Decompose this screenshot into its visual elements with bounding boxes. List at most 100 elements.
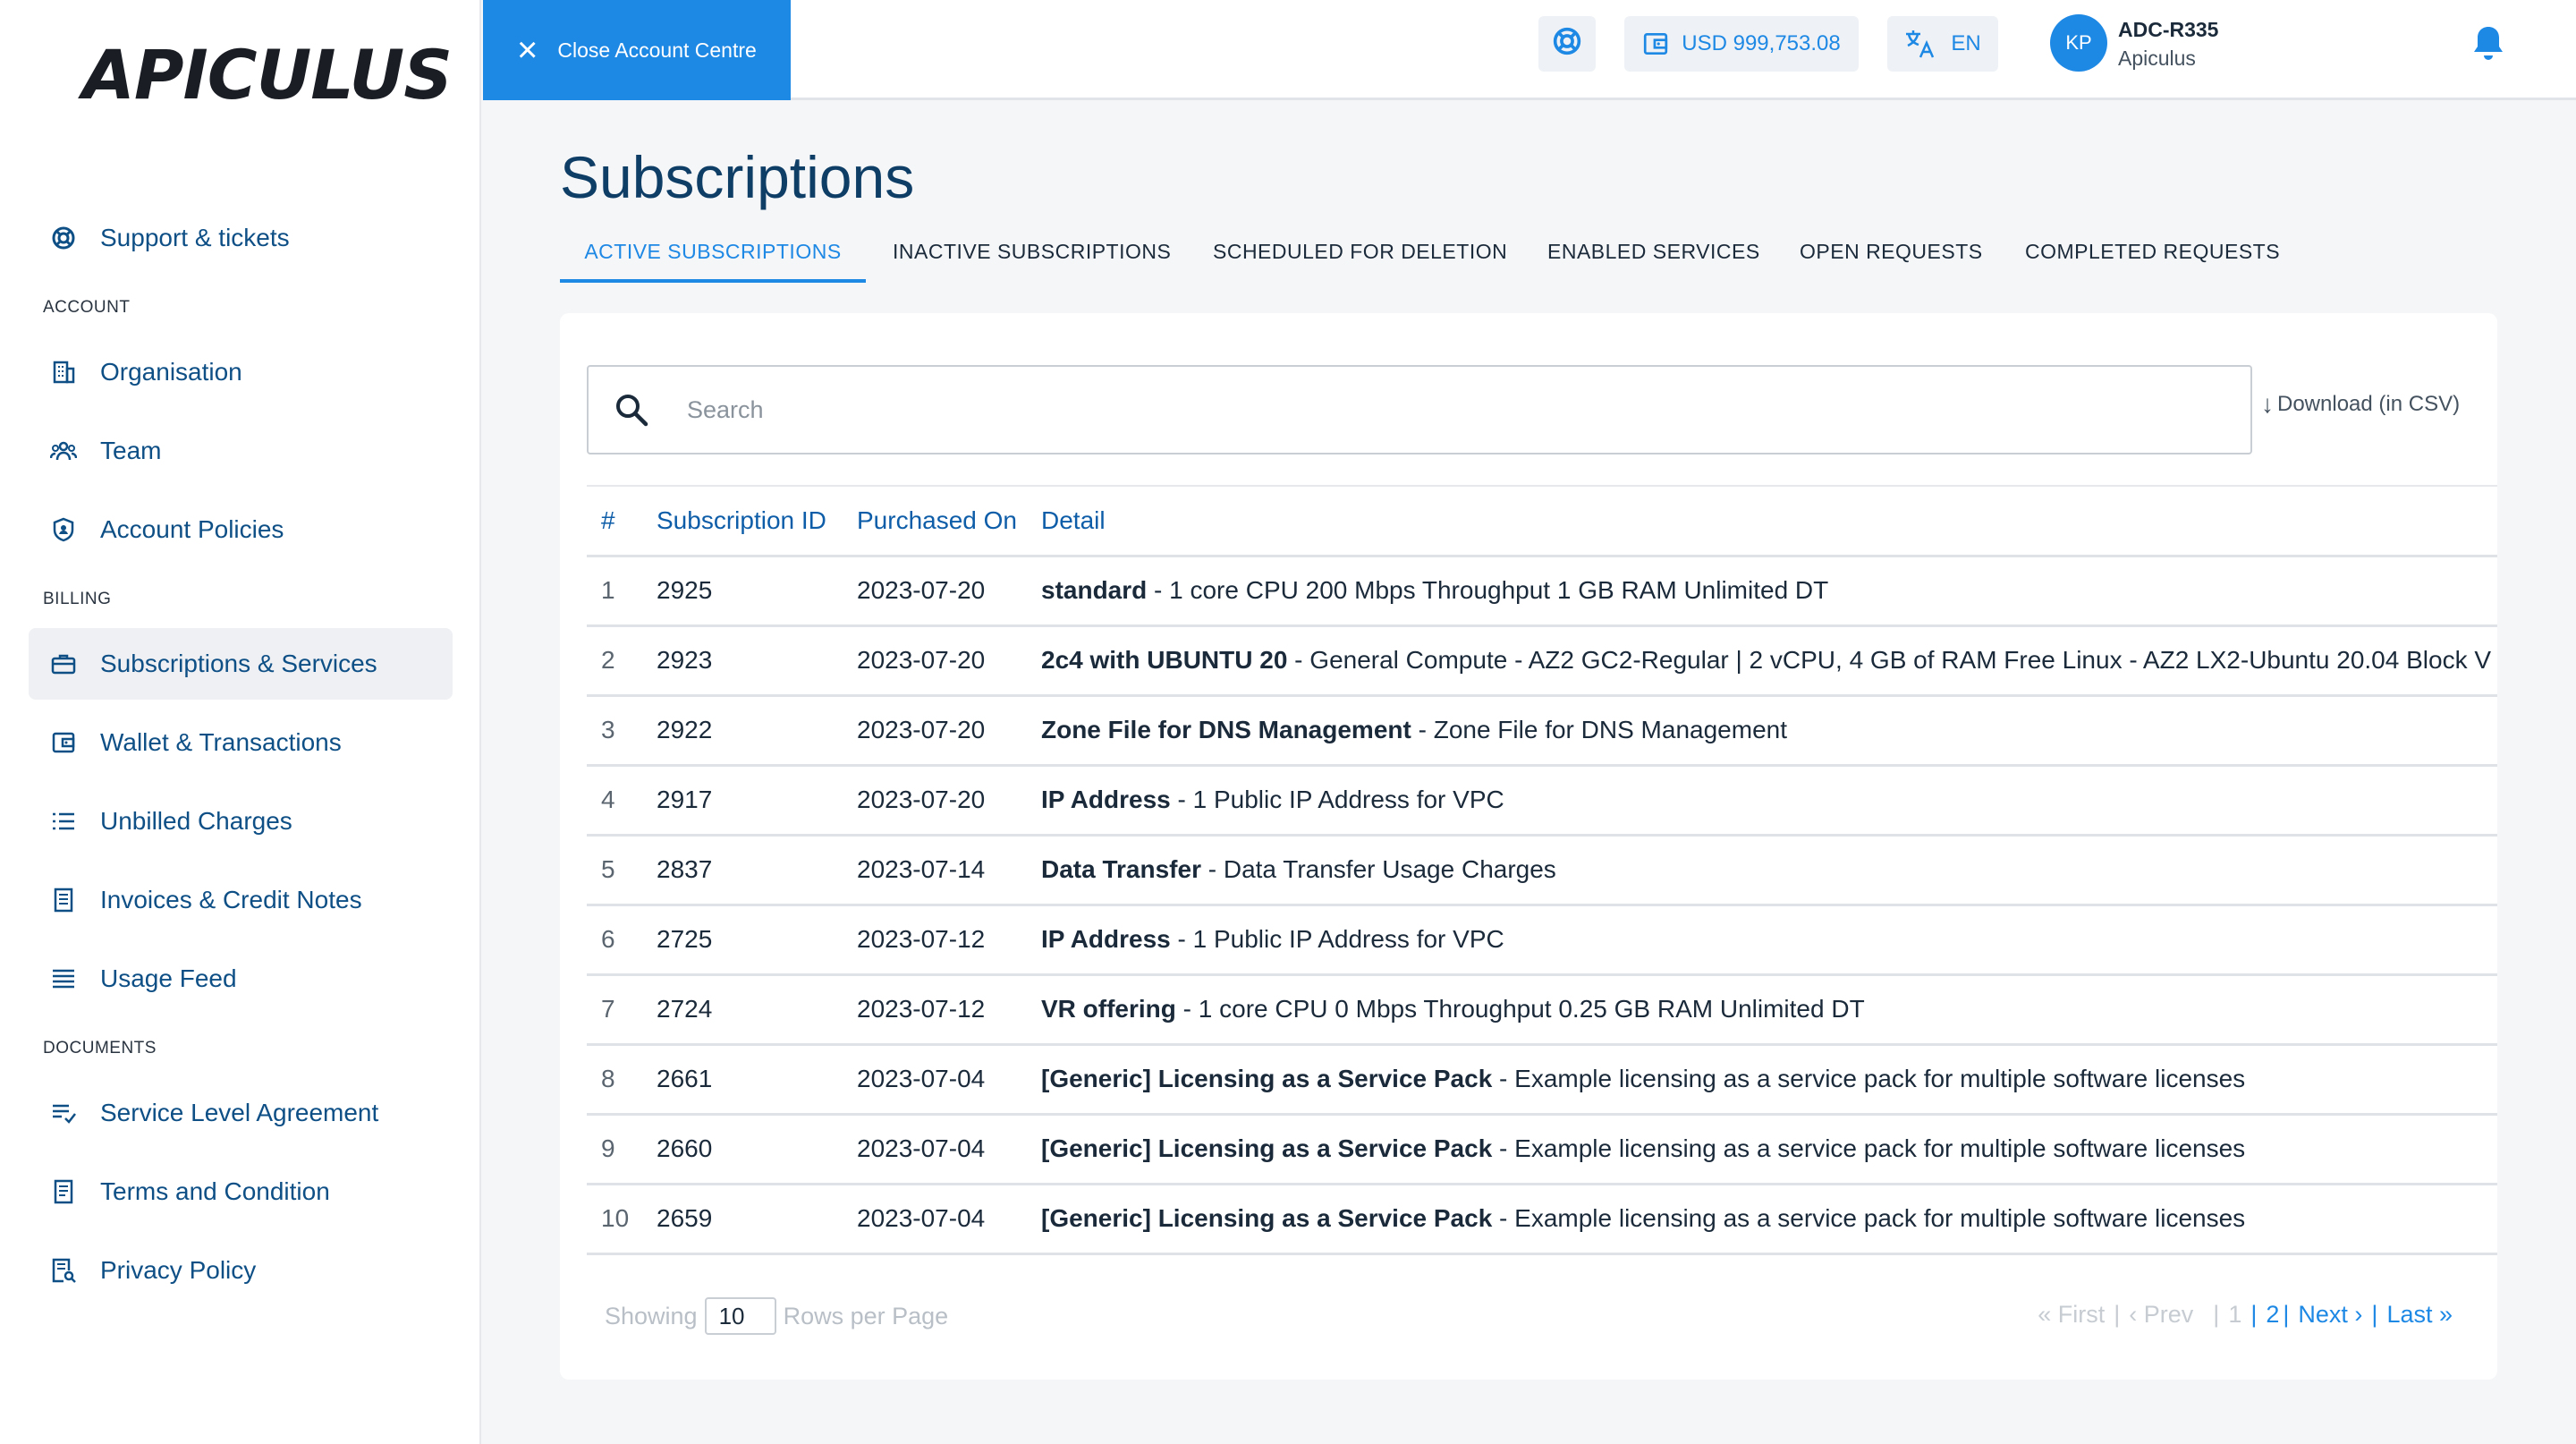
sidebar-item-invoices[interactable]: Invoices & Credit Notes — [29, 864, 453, 936]
sidebar-item-label: Team — [100, 437, 162, 464]
detail-cell: IP Address - 1 Public IP Address for VPC — [1041, 905, 2497, 974]
table-row[interactable]: 6 2725 2023-07-12 IP Address - 1 Public IP … — [587, 905, 2497, 974]
subscription-id: 2925 — [657, 576, 713, 604]
column-header-detail[interactable]: Detail — [1041, 486, 2497, 557]
sidebar-item-label: Organisation — [100, 358, 242, 386]
avatar[interactable]: KP — [2050, 14, 2107, 72]
row-number: 1 — [601, 576, 615, 604]
tab-completed-requests[interactable]: COMPLETED REQUESTS — [2025, 225, 2280, 283]
purchased-on: 2023-07-12 — [857, 925, 986, 953]
table-row[interactable]: 1 2925 2023-07-20 standard - 1 core CPU 200… — [587, 556, 2497, 625]
pager-page-2[interactable]: 2 — [2266, 1301, 2279, 1329]
rows-per-page-input[interactable] — [704, 1297, 776, 1335]
sidebar-item-usage-feed[interactable]: Usage Feed — [29, 943, 453, 1015]
building-icon — [50, 359, 77, 386]
download-csv-button[interactable]: ↓ Download (in CSV) — [2261, 390, 2460, 419]
sidebar-item-wallet[interactable]: Wallet & Transactions — [29, 707, 453, 778]
detail-cell: [Generic] Licensing as a Service Pack - … — [1041, 1044, 2497, 1114]
detail-name: VR offering — [1041, 995, 1176, 1023]
search-box[interactable] — [587, 365, 2252, 454]
sidebar-item-privacy-policy[interactable]: Privacy Policy — [29, 1235, 453, 1306]
pager-page-1[interactable]: 1 — [2228, 1301, 2241, 1329]
detail-description: - 1 core CPU 0 Mbps Throughput 0.25 GB R… — [1175, 995, 1865, 1023]
user-name[interactable]: ADC-R335 — [2118, 18, 2218, 42]
pager-separator: | — [2250, 1301, 2258, 1328]
detail-cell: 2c4 with UBUNTU 20 - General Compute - A… — [1041, 625, 2497, 695]
column-header-subscription-id[interactable]: Subscription ID — [657, 486, 857, 557]
sidebar-item-label: Invoices & Credit Notes — [100, 886, 362, 913]
sidebar-item-label: Usage Feed — [100, 964, 237, 992]
sidebar-item-unbilled-charges[interactable]: Unbilled Charges — [29, 786, 453, 857]
detail-name: [Generic] Licensing as a Service Pack — [1041, 1134, 1493, 1162]
sla-icon — [50, 1100, 77, 1126]
detail-cell: [Generic] Licensing as a Service Pack - … — [1041, 1114, 2497, 1184]
tab-active-subscriptions[interactable]: ACTIVE SUBSCRIPTIONS — [560, 225, 866, 283]
purchased-on: 2023-07-20 — [857, 646, 986, 674]
sidebar-item-support[interactable]: Support & tickets — [29, 202, 453, 274]
purchased-on: 2023-07-14 — [857, 855, 986, 883]
pager-prev[interactable]: ‹ Prev — [2129, 1301, 2193, 1329]
subscription-id: 2917 — [657, 786, 713, 813]
table-row[interactable]: 4 2917 2023-07-20 IP Address - 1 Public IP … — [587, 765, 2497, 835]
arrow-down-icon: ↓ — [2261, 390, 2274, 418]
detail-name: [Generic] Licensing as a Service Pack — [1041, 1204, 1493, 1232]
sidebar-item-sla[interactable]: Service Level Agreement — [29, 1077, 453, 1149]
detail-cell: [Generic] Licensing as a Service Pack - … — [1041, 1184, 2497, 1253]
table-row[interactable]: 3 2922 2023-07-20 Zone File for DNS Managem… — [587, 695, 2497, 765]
subscriptions-card: ↓ Download (in CSV) # Subscription ID Pu… — [560, 313, 2497, 1380]
row-number: 2 — [601, 646, 615, 674]
subscription-id: 2923 — [657, 646, 713, 674]
detail-cell: Data Transfer - Data Transfer Usage Char… — [1041, 835, 2497, 905]
table-row[interactable]: 8 2661 2023-07-04 [Generic] Licensing as a … — [587, 1044, 2497, 1114]
row-number: 4 — [601, 786, 615, 813]
subscription-id: 2660 — [657, 1134, 713, 1162]
detail-name: standard — [1041, 576, 1148, 604]
lifebuoy-icon — [1552, 26, 1582, 63]
sidebar-item-organisation[interactable]: Organisation — [29, 336, 453, 408]
pager-next[interactable]: Next › — [2298, 1301, 2362, 1329]
column-header-purchased-on[interactable]: Purchased On — [857, 486, 1041, 557]
logo[interactable]: APICULUS — [82, 34, 453, 115]
pager-first[interactable]: « First — [2038, 1301, 2105, 1329]
detail-description: - 1 Public IP Address for VPC — [1170, 925, 1504, 953]
translate-icon — [1904, 29, 1936, 59]
search-input[interactable] — [687, 395, 2207, 424]
detail-name: Data Transfer — [1041, 855, 1201, 883]
detail-name: Zone File for DNS Management — [1041, 716, 1411, 743]
sidebar-item-label: Wallet & Transactions — [100, 728, 342, 756]
briefcase-icon — [50, 650, 77, 677]
table-row[interactable]: 7 2724 2023-07-12 VR offering - 1 core CPU … — [587, 974, 2497, 1044]
wallet-icon — [1642, 31, 1669, 56]
sidebar-item-subscriptions[interactable]: Subscriptions & Services — [29, 628, 453, 700]
sidebar-item-team[interactable]: Team — [29, 415, 453, 487]
table-header-row: # Subscription ID Purchased On Detail — [587, 486, 2497, 557]
lifebuoy-icon — [50, 225, 77, 251]
close-icon: × — [517, 30, 538, 70]
tab-open-requests[interactable]: OPEN REQUESTS — [1800, 225, 1983, 283]
tab-enabled-services[interactable]: ENABLED SERVICES — [1547, 225, 1760, 283]
pager-last[interactable]: Last » — [2386, 1301, 2453, 1329]
close-account-centre-label: Close Account Centre — [557, 38, 757, 62]
sidebar-section-billing: BILLING — [43, 590, 112, 608]
top-bar: × Close Account Centre USD 999,753.08 EN… — [483, 0, 2576, 100]
table-row[interactable]: 2 2923 2023-07-20 2c4 with UBUNTU 20 - Gene… — [587, 625, 2497, 695]
subscription-id: 2661 — [657, 1065, 713, 1092]
sidebar-item-account-policies[interactable]: Account Policies — [29, 494, 453, 565]
language-selector[interactable]: EN — [1887, 16, 1998, 72]
wallet-balance-button[interactable]: USD 999,753.08 — [1624, 16, 1859, 72]
notification-bell-icon[interactable] — [2469, 23, 2508, 63]
table-body: 1 2925 2023-07-20 standard - 1 core CPU 200… — [587, 556, 2497, 1253]
table-row[interactable]: 9 2660 2023-07-04 [Generic] Licensing as a … — [587, 1114, 2497, 1184]
sidebar-item-label: Account Policies — [100, 515, 284, 543]
close-account-centre-button[interactable]: × Close Account Centre — [483, 0, 791, 100]
support-button[interactable] — [1538, 16, 1596, 72]
sidebar-item-terms[interactable]: Terms and Condition — [29, 1156, 453, 1227]
column-header-number[interactable]: # — [587, 486, 657, 557]
tab-inactive-subscriptions[interactable]: INACTIVE SUBSCRIPTIONS — [893, 225, 1171, 283]
table-row[interactable]: 5 2837 2023-07-14 Data Transfer - Data Tran… — [587, 835, 2497, 905]
table-row[interactable]: 10 2659 2023-07-04 [Generic] Licensing as a… — [587, 1184, 2497, 1253]
row-number: 8 — [601, 1065, 615, 1092]
rows-per-page-control: Showing Rows per Page — [605, 1297, 948, 1335]
list-icon — [50, 808, 77, 835]
tab-scheduled-for-deletion[interactable]: SCHEDULED FOR DELETION — [1213, 225, 1507, 283]
